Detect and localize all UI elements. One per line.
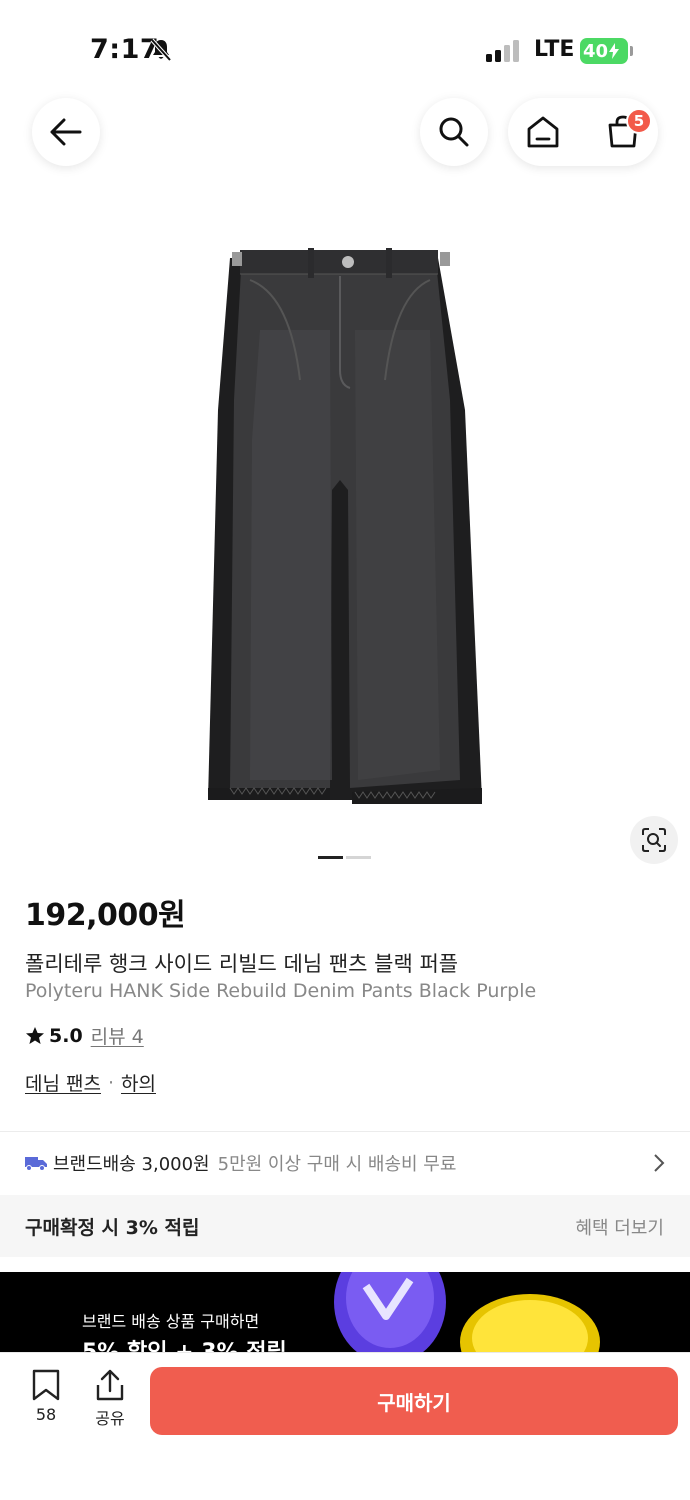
image-pagination <box>318 856 372 860</box>
truck-icon <box>25 1157 47 1171</box>
rating-row: 5.0 리뷰 4 <box>25 1022 144 1049</box>
product-price: 192,000원 <box>25 898 186 933</box>
visual-search-button[interactable] <box>630 816 678 864</box>
home-icon[interactable] <box>526 115 560 149</box>
wishlist-button[interactable]: 58 <box>22 1369 70 1429</box>
cart-count-badge: 5 <box>626 108 652 134</box>
signal-icon <box>486 40 519 62</box>
status-time: 7:17 <box>90 34 160 65</box>
buy-button[interactable]: 구매하기 <box>150 1367 678 1435</box>
category-separator: · <box>107 1071 115 1094</box>
benefit-title: 구매확정 시 3% 적립 <box>25 1217 200 1239</box>
arrow-left-icon <box>50 118 82 146</box>
promo-graphic <box>334 1272 600 1352</box>
pagination-dot-active[interactable] <box>318 856 343 859</box>
share-button[interactable]: 공유 <box>86 1369 134 1429</box>
network-label: LTE <box>534 37 575 62</box>
shipping-row[interactable]: 브랜드배송 3,000원 5만원 이상 구매 시 배송비 무료 <box>0 1132 690 1194</box>
shipping-label: 브랜드배송 3,000원 <box>53 1154 210 1175</box>
chevron-right-icon <box>654 1154 665 1172</box>
pagination-dot[interactable] <box>346 856 371 859</box>
status-bar: 7:17 LTE 40 <box>0 0 690 100</box>
share-label: 공유 <box>95 1409 125 1428</box>
charging-icon <box>609 43 620 59</box>
share-icon <box>96 1369 124 1401</box>
bottom-action-bar: 58 공유 구매하기 <box>0 1352 690 1500</box>
benefit-more-link[interactable]: 혜택 더보기 <box>575 1214 664 1240</box>
search-icon <box>439 117 469 147</box>
star-icon <box>26 1026 44 1044</box>
category-link-bottoms[interactable]: 하의 <box>121 1069 156 1096</box>
back-button[interactable] <box>32 98 100 166</box>
benefit-row: 구매확정 시 3% 적립 혜택 더보기 <box>0 1195 690 1257</box>
wishlist-count: 58 <box>35 1405 57 1424</box>
product-name-english: Polyteru HANK Side Rebuild Denim Pants B… <box>25 980 537 1002</box>
promo-line-1: 브랜드 배송 상품 구매하면 <box>82 1312 260 1331</box>
battery-level: 40 <box>582 40 609 62</box>
promo-banner[interactable]: 브랜드 배송 상품 구매하면 5% 할인 + 3% 적립 <box>0 1272 690 1352</box>
visual-search-icon <box>642 828 666 852</box>
battery-indicator: 40 <box>580 38 633 64</box>
product-name-korean: 폴리테루 행크 사이드 리빌드 데님 팬츠 블랙 퍼플 <box>25 952 459 976</box>
shipping-note: 5만원 이상 구매 시 배송비 무료 <box>217 1154 457 1175</box>
review-link[interactable]: 리뷰 4 <box>91 1022 144 1049</box>
promo-line-2: 5% 할인 + 3% 적립 <box>82 1334 287 1352</box>
category-breadcrumb: 데님 팬츠 · 하의 <box>25 1069 156 1096</box>
bookmark-icon <box>32 1369 60 1401</box>
product-image[interactable] <box>190 240 500 820</box>
category-link-denim-pants[interactable]: 데님 팬츠 <box>25 1069 101 1096</box>
bell-off-icon <box>150 38 172 62</box>
search-button[interactable] <box>420 98 488 166</box>
rating-value: 5.0 <box>49 1024 83 1047</box>
